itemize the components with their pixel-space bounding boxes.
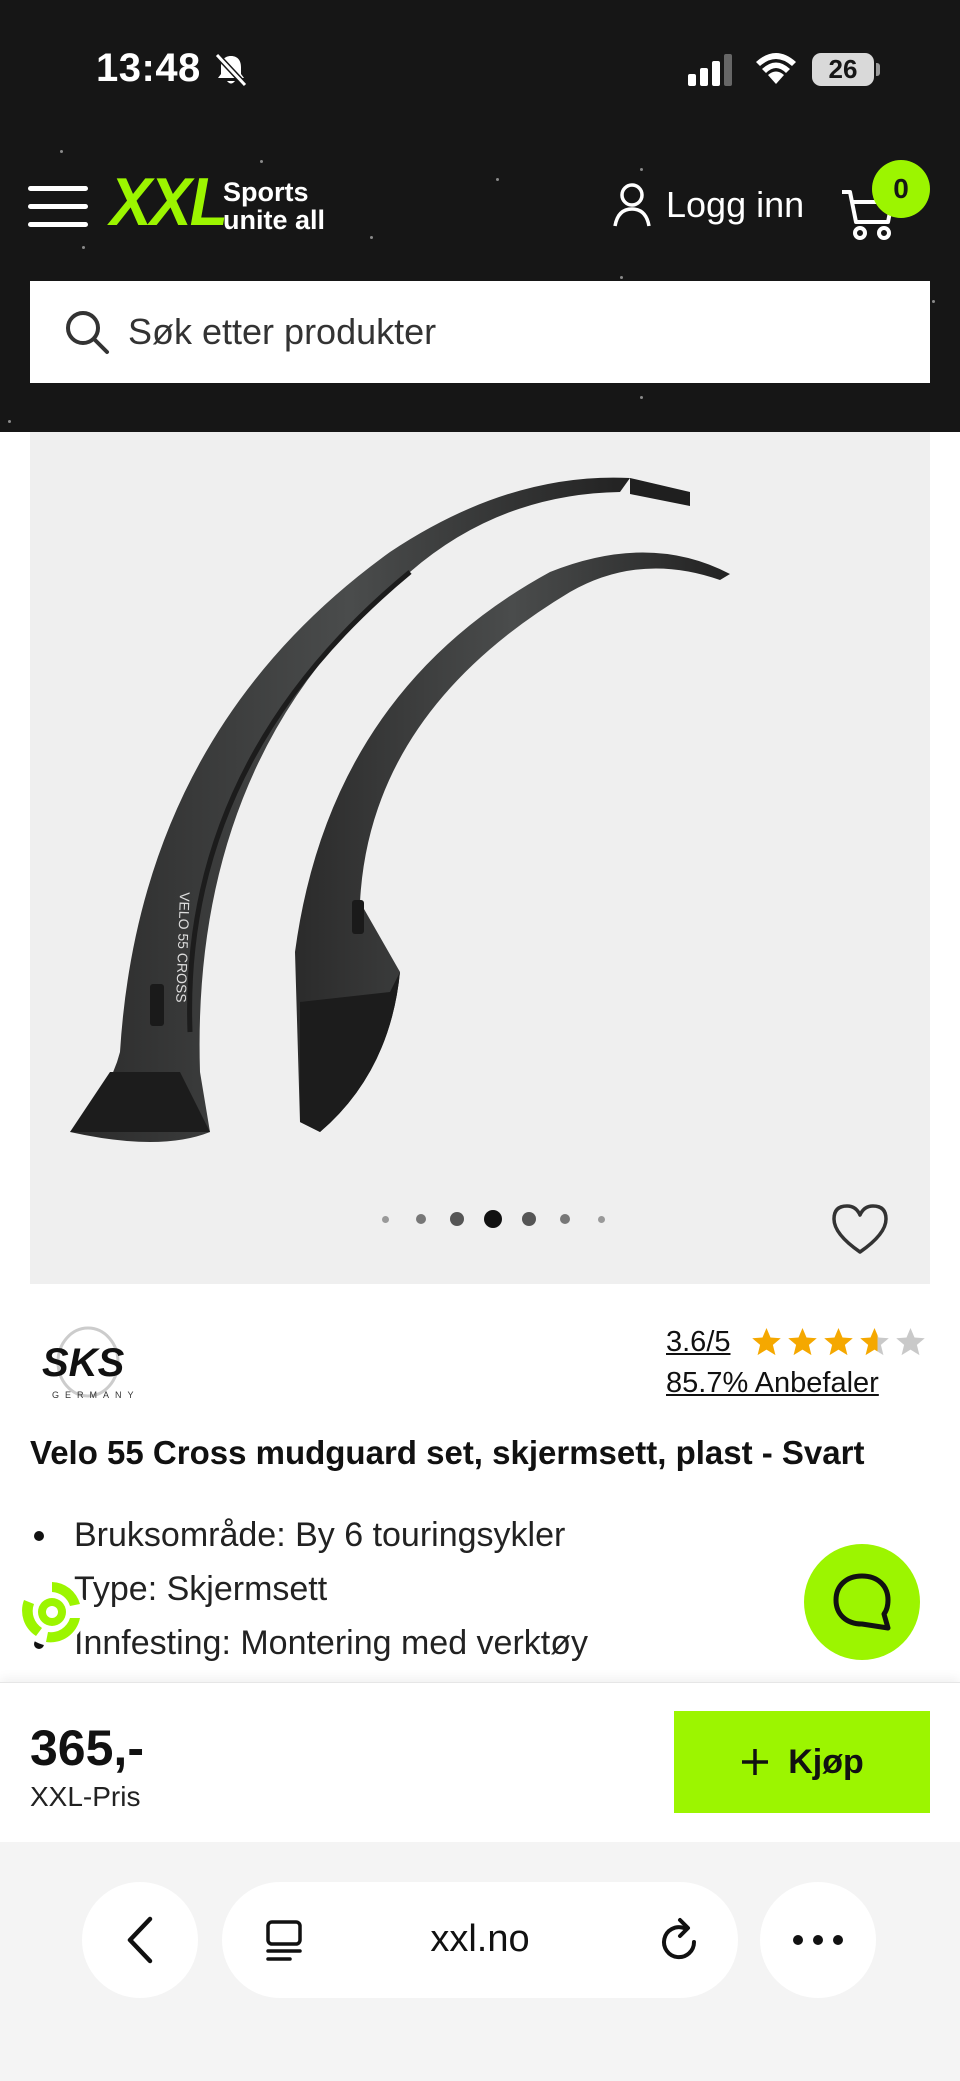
feature-item: Bruksområde: By 6 touringsykler bbox=[30, 1508, 588, 1562]
price-label: XXL-Pris bbox=[30, 1781, 141, 1812]
user-icon bbox=[613, 183, 651, 227]
feature-item: Innfesting: Montering med verktøy bbox=[30, 1616, 588, 1670]
gallery-dot[interactable] bbox=[522, 1212, 536, 1226]
star-icon bbox=[752, 1328, 781, 1356]
eco-badge-icon[interactable] bbox=[16, 1576, 88, 1648]
star-decoration bbox=[82, 246, 85, 249]
tagline-line: Sports bbox=[223, 177, 309, 207]
product-image-gallery[interactable]: VELO 55 CROSS bbox=[30, 432, 930, 1284]
feature-item: Type: Skjermsett bbox=[30, 1562, 588, 1616]
product-image: VELO 55 CROSS bbox=[70, 477, 730, 1142]
login-button[interactable]: Logg inn bbox=[612, 182, 804, 228]
chat-bubble-icon bbox=[833, 1573, 891, 1631]
login-label: Logg inn bbox=[666, 184, 805, 225]
gallery-dot-active[interactable] bbox=[484, 1210, 502, 1228]
feature-list: Bruksområde: By 6 touringsykler Type: Sk… bbox=[30, 1508, 588, 1670]
hamburger-line bbox=[28, 186, 88, 191]
more-dots-icon bbox=[793, 1935, 843, 1945]
star-decoration bbox=[932, 300, 935, 303]
star-rating bbox=[750, 1326, 927, 1358]
favorite-heart-icon[interactable] bbox=[830, 1202, 890, 1256]
recommend-link[interactable]: 85.7% Anbefaler bbox=[666, 1367, 930, 1400]
site-header: 13:48 26 XXL Sports unite all Logg inn 0… bbox=[0, 0, 960, 432]
product-rating[interactable]: 3.6/5 85.7% Anbefaler bbox=[666, 1326, 930, 1400]
star-decoration bbox=[620, 276, 623, 279]
rating-score[interactable]: 3.6/5 bbox=[666, 1326, 731, 1358]
xxl-logo[interactable]: XXL bbox=[110, 168, 228, 236]
back-button[interactable] bbox=[82, 1882, 198, 1998]
logo-tagline: Sports unite all bbox=[223, 178, 325, 234]
menu-button[interactable] bbox=[28, 184, 88, 230]
star-icon bbox=[860, 1328, 889, 1356]
gallery-dot[interactable] bbox=[450, 1212, 464, 1226]
gallery-dot[interactable] bbox=[416, 1214, 426, 1224]
status-time: 13:48 bbox=[96, 46, 201, 90]
star-decoration bbox=[640, 168, 643, 171]
chevron-left-icon bbox=[127, 1916, 153, 1964]
brand-logo-subtext: GERMANY bbox=[52, 1390, 140, 1400]
brand-logo[interactable]: SKS GERMANY bbox=[38, 1326, 148, 1404]
search-placeholder: Søk etter produkter bbox=[128, 311, 437, 352]
star-decoration bbox=[370, 236, 373, 239]
more-options-button[interactable] bbox=[760, 1882, 876, 1998]
star-decoration bbox=[60, 150, 63, 153]
price-bar: 365,- XXL-Pris Kjøp bbox=[0, 1682, 960, 1842]
gallery-pagination[interactable] bbox=[367, 1210, 619, 1228]
plus-icon bbox=[742, 1749, 769, 1775]
battery-indicator: 26 bbox=[812, 53, 874, 86]
reload-icon[interactable] bbox=[658, 1916, 702, 1964]
star-decoration bbox=[260, 160, 263, 163]
product-price: 365,- bbox=[30, 1720, 144, 1776]
chat-button[interactable] bbox=[804, 1544, 920, 1660]
hamburger-line bbox=[28, 222, 88, 227]
buy-label: Kjøp bbox=[788, 1742, 864, 1781]
cellular-signal-icon bbox=[688, 54, 732, 86]
star-decoration bbox=[496, 178, 499, 181]
search-input[interactable]: Søk etter produkter bbox=[30, 281, 930, 383]
wifi-icon bbox=[756, 53, 796, 84]
star-decoration bbox=[8, 420, 11, 423]
cart-count-badge: 0 bbox=[872, 160, 930, 218]
tagline-line: unite all bbox=[223, 205, 326, 235]
star-icon bbox=[788, 1328, 817, 1356]
address-bar[interactable]: xxl.no bbox=[222, 1882, 738, 1998]
star-icon bbox=[896, 1328, 925, 1356]
browser-toolbar: xxl.no bbox=[0, 1842, 960, 2081]
search-icon bbox=[66, 311, 109, 354]
product-title: Velo 55 Cross mudguard set, skjermsett, … bbox=[30, 1434, 865, 1471]
gallery-dot[interactable] bbox=[597, 1215, 605, 1223]
gallery-dot[interactable] bbox=[381, 1215, 389, 1223]
star-icon bbox=[824, 1328, 853, 1356]
star-decoration bbox=[640, 396, 643, 399]
buy-button[interactable]: Kjøp bbox=[674, 1711, 930, 1813]
battery-tip bbox=[876, 63, 880, 76]
hamburger-line bbox=[28, 204, 88, 209]
bell-muted-icon bbox=[214, 52, 248, 88]
gallery-dot[interactable] bbox=[560, 1214, 570, 1224]
brand-logo-text: SKS bbox=[42, 1341, 125, 1385]
